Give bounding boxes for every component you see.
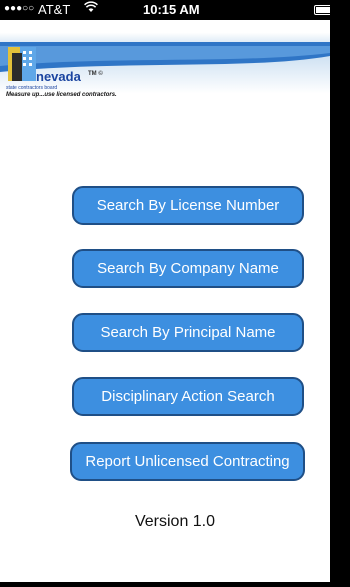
report-unlicensed-contracting-button[interactable]: Report Unlicensed Contracting bbox=[70, 442, 305, 481]
device-frame-right bbox=[330, 0, 350, 587]
battery-level bbox=[316, 7, 331, 13]
disciplinary-action-search-button[interactable]: Disciplinary Action Search bbox=[72, 377, 304, 416]
wifi-icon bbox=[84, 1, 98, 16]
device-frame-bottom bbox=[0, 582, 350, 587]
search-by-company-name-button[interactable]: Search By Company Name bbox=[72, 249, 304, 288]
signal-strength-icon: ●●●○○ bbox=[4, 3, 35, 14]
brand-tagline: Measure up...use licensed contractors. bbox=[6, 92, 117, 98]
nevada-logo-icon bbox=[8, 47, 36, 81]
carrier-label: AT&T bbox=[38, 2, 71, 17]
status-time: 10:15 AM bbox=[143, 2, 200, 17]
brand-name: nevada bbox=[36, 69, 81, 84]
version-label: Version 1.0 bbox=[134, 513, 216, 530]
search-by-license-number-button[interactable]: Search By License Number bbox=[72, 186, 304, 225]
brand-trademark: TM © bbox=[88, 71, 103, 77]
brand-subtitle: state contractors board bbox=[6, 85, 58, 91]
search-by-principal-name-button[interactable]: Search By Principal Name bbox=[72, 313, 304, 352]
app-screen: ●●●○○ AT&T 10:15 AM nevada TM © state co… bbox=[0, 0, 350, 587]
status-bar: ●●●○○ AT&T 10:15 AM bbox=[0, 0, 336, 20]
